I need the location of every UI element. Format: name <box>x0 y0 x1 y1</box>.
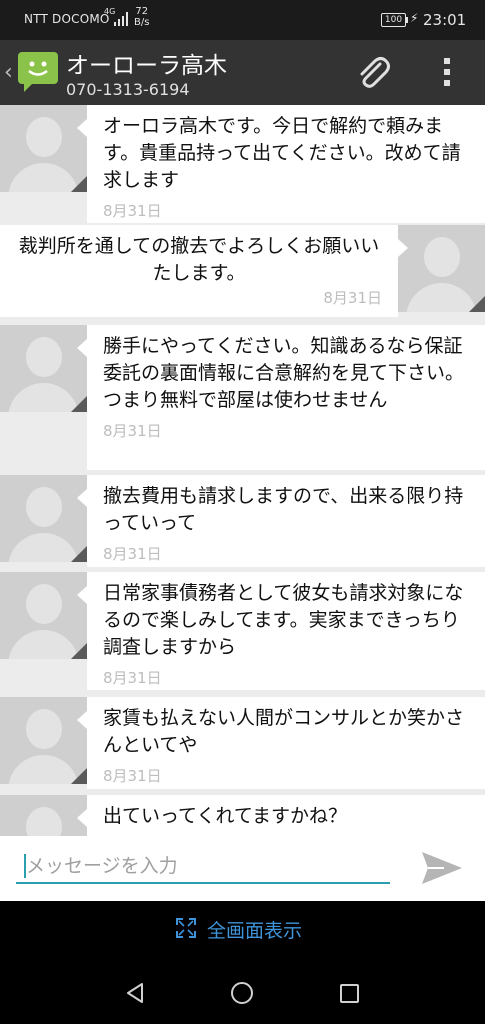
carrier-label: NTT DOCOMO <box>24 12 110 26</box>
nav-recents-icon[interactable] <box>340 984 359 1003</box>
contact-name: オーローラ高木 <box>66 53 227 79</box>
message-date: 8月31日 <box>103 202 162 220</box>
message-list[interactable]: オーロラ高木です。今日で解約で頼みます。貴重品持って出てください。改めて請求しま… <box>0 105 485 836</box>
fullscreen-bar: 全画面表示 <box>0 901 485 956</box>
status-bar: NTT DOCOMO 4G 72 B/s 100 ⚡ 23:01 <box>0 0 485 40</box>
conversation-header: ‹ オーローラ高木 070-1313-6194 <box>0 40 485 105</box>
message-date: 8月31日 <box>323 289 382 307</box>
message-text: 撤去費用も請求しますので、出来る限り持っていって <box>103 485 464 534</box>
contact-avatar <box>0 697 87 784</box>
message-bubble[interactable]: 勝手にやってください。知識あるなら保証委託の裏面情報に合意解約を見て下さい。つま… <box>77 325 485 470</box>
paperclip-icon[interactable] <box>350 52 394 92</box>
contact-avatar <box>0 795 87 836</box>
message-text: 裁判所を通しての撤去でよろしくお願いいたします。 <box>18 235 380 284</box>
text-caret <box>24 854 26 878</box>
more-vertical-icon[interactable] <box>432 52 462 92</box>
fullscreen-button[interactable]: 全画面表示 <box>207 916 302 943</box>
message-date: 8月31日 <box>103 422 162 440</box>
my-avatar <box>398 225 485 312</box>
signal-icon <box>114 12 128 26</box>
messaging-app-icon-tail <box>24 82 34 92</box>
message-text: 家賃も払えない人間がコンサルとか笑かさんといてや <box>103 707 465 756</box>
message-bubble[interactable]: 日常家事債務者として彼女も請求対象になるので楽しみしてます。実家まできっちり調査… <box>77 572 485 690</box>
message-text: 出ていってくれてますかね？ <box>103 805 347 827</box>
clock: 23:01 <box>423 11 467 29</box>
nav-home-icon[interactable] <box>231 982 253 1004</box>
message-date: 8月31日 <box>103 545 162 563</box>
network-speed-unit: B/s <box>134 17 150 28</box>
network-speed: 72 B/s <box>134 6 149 28</box>
message-bubble[interactable]: 撤去費用も請求しますので、出来る限り持っていって 8月31日 <box>77 475 485 567</box>
message-text: 勝手にやってください。知識あるなら保証委託の裏面情報に合意解約を見て下さい。つま… <box>103 335 465 411</box>
message-date: 8月31日 <box>103 669 162 687</box>
contact-phone: 070-1313-6194 <box>66 80 190 99</box>
compose-bar <box>0 836 485 901</box>
message-bubble[interactable]: 家賃も払えない人間がコンサルとか笑かさんといてや 8月31日 <box>77 697 485 789</box>
back-chevron-icon[interactable]: ‹ <box>4 60 13 85</box>
fullscreen-icon[interactable] <box>176 918 196 938</box>
message-bubble[interactable]: 裁判所を通しての撤去でよろしくお願いいたします。 8月31日 <box>0 225 408 317</box>
message-input[interactable] <box>16 850 390 884</box>
contact-avatar <box>0 572 87 659</box>
battery-icon: 100 <box>381 13 406 27</box>
network-speed-value: 72 <box>135 6 149 17</box>
battery-tip <box>406 17 408 23</box>
message-text: 日常家事債務者として彼女も請求対象になるので楽しみしてます。実家まできっちり調査… <box>103 582 464 658</box>
contact-avatar <box>0 105 87 192</box>
contact-avatar <box>0 325 87 412</box>
charging-icon: ⚡ <box>410 11 419 25</box>
message-text: オーロラ高木です。今日で解約で頼みます。貴重品持って出てください。改めて請求しま… <box>103 115 461 191</box>
contact-avatar <box>0 475 87 562</box>
system-nav-bar <box>0 956 485 1024</box>
message-bubble[interactable]: 出ていってくれてますかね？ <box>77 795 485 836</box>
message-bubble[interactable]: オーロラ高木です。今日で解約で頼みます。貴重品持って出てください。改めて請求しま… <box>77 105 485 223</box>
message-date: 8月31日 <box>103 767 162 785</box>
send-icon[interactable] <box>418 850 466 886</box>
messaging-app-icon[interactable] <box>18 52 58 84</box>
nav-back-icon[interactable] <box>124 982 146 1004</box>
